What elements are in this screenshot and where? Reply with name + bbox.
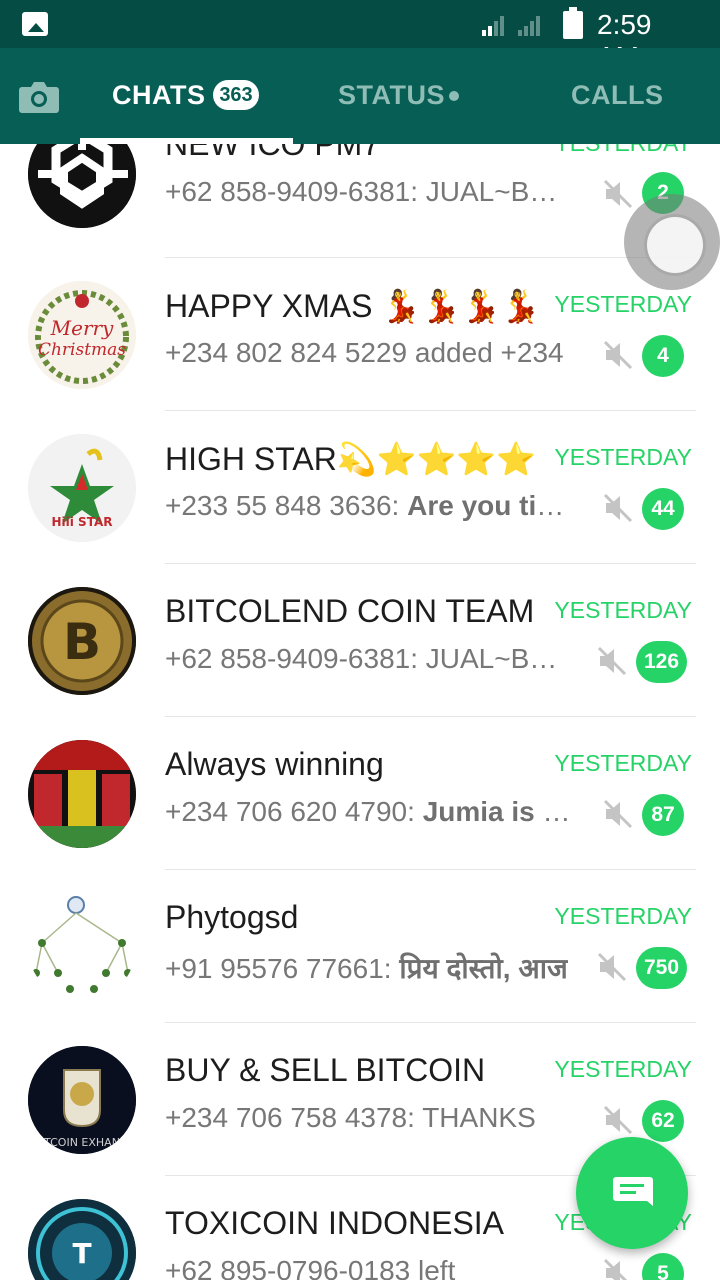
muted-icon bbox=[603, 1105, 633, 1135]
chat-row[interactable]: Phytogsd YESTERDAY +91 95576 77661: प्रि… bbox=[0, 879, 720, 1032]
chat-name: BUY & SELL BITCOIN bbox=[165, 1052, 486, 1088]
chat-time: YESTERDAY bbox=[554, 291, 692, 317]
divider bbox=[165, 1022, 696, 1023]
chat-name: Phytogsd bbox=[165, 899, 299, 935]
sender: +91 95576 77661: bbox=[165, 953, 400, 984]
unread-badge: 4 bbox=[642, 335, 684, 377]
chat-time: YESTERDAY bbox=[554, 1056, 692, 1082]
sender: +62 858-9409-6381: bbox=[165, 643, 426, 674]
chat-row[interactable]: Merry Christmas HAPPY XMAS 💃💃💃💃 YESTERDA… bbox=[0, 267, 720, 420]
new-chat-button[interactable] bbox=[576, 1137, 688, 1249]
chat-name: HIGH STAR💫⭐⭐⭐⭐ bbox=[165, 441, 537, 477]
message: Are you tired bbox=[407, 490, 575, 521]
muted-icon bbox=[603, 1258, 628, 1280]
chat-time: YESTERDAY bbox=[554, 597, 692, 623]
touch-indicator bbox=[624, 194, 720, 290]
image-notification-icon bbox=[22, 12, 48, 36]
battery-icon bbox=[563, 7, 583, 39]
chat-preview: +62 858-9409-6381: JUAL~BELI BITCOIN bbox=[165, 643, 575, 675]
status-new-dot bbox=[449, 91, 459, 101]
chats-unread-badge: 363 bbox=[213, 80, 259, 110]
avatar[interactable] bbox=[28, 740, 136, 848]
sender: +234 802 824 5229 added +234 bbox=[165, 337, 564, 368]
divider bbox=[165, 716, 696, 717]
unread-badge: 62 bbox=[642, 1100, 684, 1142]
avatar[interactable] bbox=[28, 144, 136, 228]
muted-icon bbox=[603, 493, 633, 523]
signal-icon bbox=[482, 16, 540, 36]
svg-text:TCOIN EXHAN: TCOIN EXHAN bbox=[43, 1136, 120, 1149]
avatar[interactable]: Hiii STAR bbox=[28, 434, 136, 542]
chat-preview: +233 55 848 3636: Are you tired bbox=[165, 490, 575, 522]
divider bbox=[165, 257, 696, 258]
message: Jumia is giving bbox=[422, 796, 575, 827]
message: JUAL~BELI BITCOIN bbox=[425, 176, 575, 207]
message: THANKS bbox=[422, 1102, 536, 1133]
avatar[interactable]: Merry Christmas bbox=[28, 281, 136, 389]
chat-preview: +234 706 758 4378: THANKS bbox=[165, 1102, 536, 1134]
muted-icon bbox=[597, 646, 627, 676]
chat-row[interactable]: NEW ICO PM7 YESTERDAY +62 858-9409-6381:… bbox=[0, 144, 720, 267]
svg-text:B: B bbox=[63, 613, 101, 671]
tab-status[interactable]: STATUS bbox=[338, 80, 445, 111]
chat-preview: +91 95576 77661: प्रिय दोस्तो, आज bbox=[165, 949, 568, 987]
chat-row[interactable]: Hiii STAR HIGH STAR💫⭐⭐⭐⭐ YESTERDAY +233 … bbox=[0, 420, 720, 573]
chat-preview: +234 706 620 4790: Jumia is giving bbox=[165, 796, 575, 828]
chat-name: BITCOLEND COIN TEAM bbox=[165, 593, 535, 629]
sender: +62 895-0796-0183 left bbox=[165, 1255, 456, 1280]
sender: +62 858-9409-6381: bbox=[165, 176, 426, 207]
divider bbox=[165, 869, 696, 870]
chat-time: YESTERDAY bbox=[554, 750, 692, 776]
message: प्रिय दोस्तो, आज bbox=[399, 953, 568, 984]
chat-preview: +62 858-9409-6381: JUAL~BELI BITCOIN bbox=[165, 176, 575, 208]
sender: +234 706 758 4378: bbox=[165, 1102, 423, 1133]
avatar[interactable]: T bbox=[28, 1199, 136, 1280]
unread-badge: 126 bbox=[636, 641, 688, 683]
chat-row[interactable]: Always winning YESTERDAY +234 706 620 47… bbox=[0, 726, 720, 879]
svg-text:Christmas: Christmas bbox=[38, 340, 126, 360]
svg-text:Merry: Merry bbox=[50, 316, 114, 340]
divider bbox=[165, 410, 696, 411]
sender: +233 55 848 3636: bbox=[165, 490, 408, 521]
sender: +234 706 620 4790: bbox=[165, 796, 423, 827]
chat-name: NEW ICO PM7 bbox=[165, 144, 381, 162]
chat-row[interactable]: B BITCOLEND COIN TEAM YESTERDAY +62 858-… bbox=[0, 573, 720, 726]
muted-icon bbox=[597, 952, 627, 982]
avatar[interactable] bbox=[28, 893, 136, 1001]
app-bar: CHATS 363 STATUS CALLS bbox=[0, 48, 720, 144]
divider bbox=[165, 563, 696, 564]
status-bar: 2:59 AM bbox=[0, 0, 720, 72]
chat-preview: +234 802 824 5229 added +234 bbox=[165, 337, 564, 369]
muted-icon bbox=[603, 799, 633, 829]
unread-badge: 5 bbox=[642, 1253, 684, 1280]
chat-time: YESTERDAY bbox=[554, 903, 692, 929]
avatar[interactable]: TCOIN EXHAN bbox=[28, 1046, 136, 1154]
message-icon bbox=[613, 1177, 653, 1206]
chat-name: TOXICOIN INDONESIA bbox=[165, 1205, 505, 1241]
svg-text:Hiii STAR: Hiii STAR bbox=[52, 515, 113, 529]
chat-name: HAPPY XMAS 💃💃💃💃 bbox=[165, 288, 541, 324]
tab-chats[interactable]: CHATS bbox=[112, 80, 206, 111]
muted-icon bbox=[603, 340, 633, 370]
tab-calls[interactable]: CALLS bbox=[571, 80, 664, 111]
svg-text:T: T bbox=[72, 1237, 91, 1270]
camera-icon[interactable] bbox=[18, 80, 60, 114]
chat-time: YESTERDAY bbox=[554, 444, 692, 470]
unread-badge: 44 bbox=[642, 488, 684, 530]
chat-name: Always winning bbox=[165, 746, 384, 782]
unread-badge: 750 bbox=[636, 947, 688, 989]
unread-badge: 87 bbox=[642, 794, 684, 836]
message: JUAL~BELI BITCOIN bbox=[425, 643, 575, 674]
chat-list[interactable]: NEW ICO PM7 YESTERDAY +62 858-9409-6381:… bbox=[0, 144, 720, 1280]
muted-icon bbox=[603, 179, 633, 209]
avatar[interactable]: B bbox=[28, 587, 136, 695]
chat-time: YESTERDAY bbox=[554, 144, 692, 157]
chat-preview: +62 895-0796-0183 left bbox=[165, 1255, 455, 1280]
